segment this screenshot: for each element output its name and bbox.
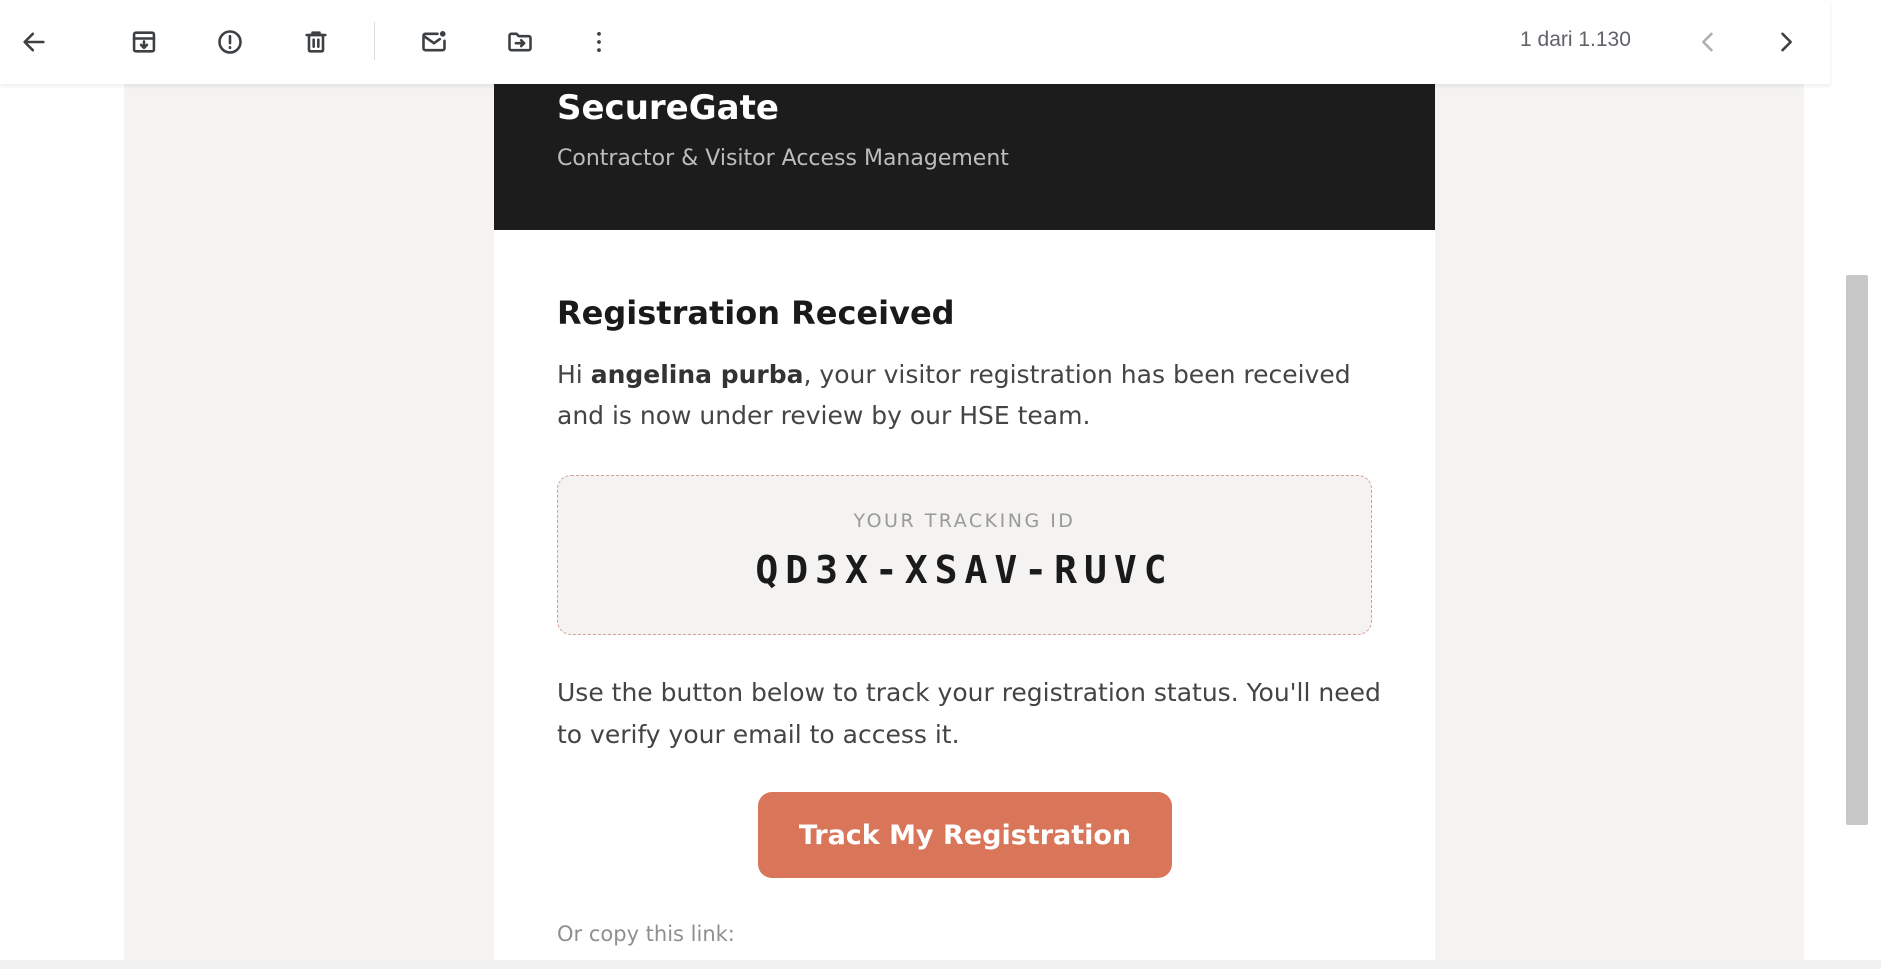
delete-button[interactable] [292, 18, 340, 66]
recipient-name: angelina purba [590, 360, 804, 389]
scrollbar-thumb[interactable] [1846, 275, 1868, 825]
window-bottom-edge [0, 960, 1881, 969]
email-viewport: SecureGate Contractor & Visitor Access M… [0, 84, 1830, 960]
copy-link-label: Or copy this link: [557, 922, 735, 946]
report-spam-icon [218, 30, 242, 54]
email-header-banner: SecureGate Contractor & Visitor Access M… [494, 84, 1435, 230]
more-vertical-icon [597, 31, 601, 53]
mark-unread-icon [422, 31, 446, 52]
archive-icon [132, 31, 156, 53]
email-toolbar: 1 dari 1.130 [0, 0, 1830, 84]
tracking-id-label: YOUR TRACKING ID [853, 510, 1076, 532]
chevron-left-icon [1702, 32, 1713, 52]
email-card: SecureGate Contractor & Visitor Access M… [494, 84, 1435, 960]
trash-icon [305, 31, 327, 53]
intro-paragraph: Hi angelina purba, your visitor registra… [557, 354, 1387, 436]
brand-tagline: Contractor & Visitor Access Management [557, 146, 1009, 171]
chevron-right-icon [1781, 32, 1792, 52]
back-button[interactable] [10, 18, 58, 66]
intro-prefix: Hi [557, 360, 591, 389]
previous-email-button[interactable] [1684, 18, 1732, 66]
move-to-folder-icon [508, 32, 532, 52]
track-registration-button[interactable]: Track My Registration [758, 792, 1172, 878]
move-to-button[interactable] [496, 18, 544, 66]
next-email-button[interactable] [1762, 18, 1810, 66]
pagination-count: 1 dari 1.130 [1520, 28, 1631, 51]
more-options-button[interactable] [575, 18, 623, 66]
tracking-id-value: QD3X-XSAV-RUVC [755, 548, 1174, 592]
instructions-paragraph: Use the button below to track your regis… [557, 678, 1381, 749]
brand-name: SecureGate [557, 88, 779, 128]
toolbar-divider [374, 22, 375, 60]
mark-unread-button[interactable] [410, 18, 458, 66]
report-spam-button[interactable] [206, 18, 254, 66]
email-heading: Registration Received [557, 294, 955, 332]
archive-button[interactable] [120, 18, 168, 66]
tracking-id-box: YOUR TRACKING ID QD3X-XSAV-RUVC [557, 475, 1372, 635]
arrow-left-icon [23, 32, 45, 52]
